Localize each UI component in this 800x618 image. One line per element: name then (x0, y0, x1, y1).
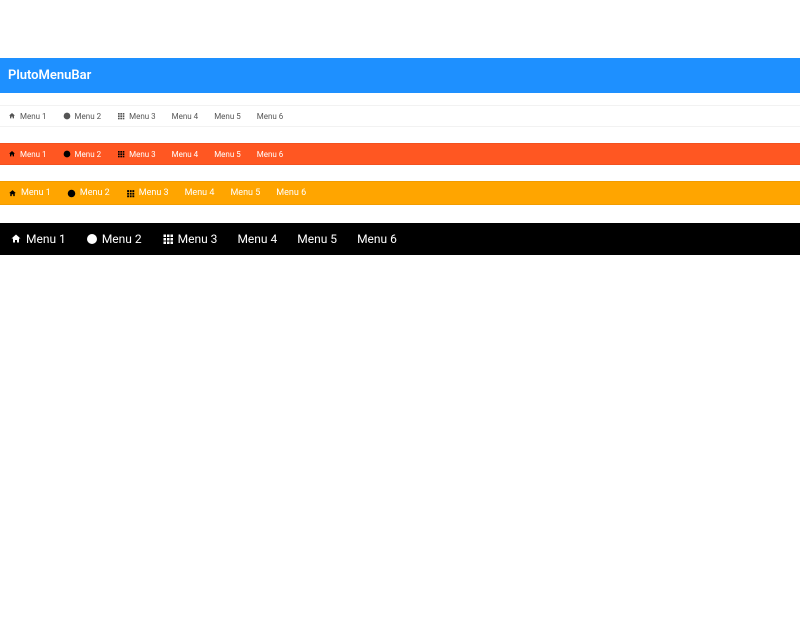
menubar-white: Menu 1 Menu 2 Menu 3 Menu 4 Menu 5 Menu … (0, 105, 800, 127)
apps-grid-icon (126, 189, 135, 198)
menu-item-label: Menu 2 (75, 112, 102, 121)
home-icon (8, 150, 16, 158)
menu-item-2[interactable]: Menu 2 (55, 106, 110, 126)
menu-item-5[interactable]: Menu 5 (287, 224, 347, 254)
menu-item-label: Menu 5 (214, 112, 241, 121)
menu-item-1[interactable]: Menu 1 (0, 224, 76, 254)
menu-item-1[interactable]: Menu 1 (0, 182, 59, 204)
menu-item-6[interactable]: Menu 6 (347, 224, 407, 254)
menu-item-label: Menu 5 (297, 232, 337, 246)
menu-item-label: Menu 6 (276, 188, 306, 198)
menu-item-6[interactable]: Menu 6 (268, 182, 314, 204)
menu-item-3[interactable]: Menu 3 (109, 106, 164, 126)
menu-item-label: Menu 3 (129, 150, 156, 159)
menu-item-label: Menu 2 (80, 188, 110, 198)
menu-item-4[interactable]: Menu 4 (164, 144, 207, 164)
menu-item-2[interactable]: Menu 2 (59, 182, 118, 204)
menu-item-label: Menu 3 (139, 188, 169, 198)
menu-item-3[interactable]: Menu 3 (118, 182, 177, 204)
menu-item-label: Menu 2 (75, 150, 102, 159)
menu-item-label: Menu 4 (237, 232, 277, 246)
menu-item-5[interactable]: Menu 5 (222, 182, 268, 204)
menu-item-label: Menu 6 (257, 150, 284, 159)
menu-item-5[interactable]: Menu 5 (206, 106, 249, 126)
menu-item-label: Menu 2 (102, 232, 142, 246)
menu-item-1[interactable]: Menu 1 (0, 106, 55, 126)
menu-item-4[interactable]: Menu 4 (177, 182, 223, 204)
menu-item-label: Menu 5 (230, 188, 260, 198)
menu-item-4[interactable]: Menu 4 (227, 224, 287, 254)
apps-grid-icon (162, 233, 174, 245)
page-title: PlutoMenuBar (0, 58, 800, 93)
menu-item-label: Menu 1 (26, 232, 66, 246)
menubar-orange: Menu 1 Menu 2 Menu 3 Menu 4 Menu 5 Menu … (0, 181, 800, 205)
add-circle-icon (63, 150, 71, 158)
menu-item-label: Menu 1 (21, 188, 51, 198)
home-icon (10, 233, 22, 245)
menu-item-label: Menu 6 (357, 232, 397, 246)
menu-item-label: Menu 3 (178, 232, 218, 246)
menu-item-2[interactable]: Menu 2 (55, 144, 110, 164)
menu-item-label: Menu 5 (214, 150, 241, 159)
add-circle-icon (63, 112, 71, 120)
menu-item-3[interactable]: Menu 3 (109, 144, 164, 164)
menu-item-1[interactable]: Menu 1 (0, 144, 55, 164)
menu-item-label: Menu 4 (185, 188, 215, 198)
menu-item-label: Menu 3 (129, 112, 156, 121)
menu-item-label: Menu 4 (172, 150, 199, 159)
menubar-black: Menu 1 Menu 2 Menu 3 Menu 4 Menu 5 Menu … (0, 223, 800, 255)
menu-item-2[interactable]: Menu 2 (76, 224, 152, 254)
add-circle-icon (67, 189, 76, 198)
apps-grid-icon (117, 112, 125, 120)
menu-item-3[interactable]: Menu 3 (152, 224, 228, 254)
menu-item-4[interactable]: Menu 4 (164, 106, 207, 126)
menubar-orange-red: Menu 1 Menu 2 Menu 3 Menu 4 Menu 5 Menu … (0, 143, 800, 165)
menu-item-label: Menu 4 (172, 112, 199, 121)
menu-item-6[interactable]: Menu 6 (249, 106, 292, 126)
menu-item-6[interactable]: Menu 6 (249, 144, 292, 164)
home-icon (8, 189, 17, 198)
page-title-text: PlutoMenuBar (8, 68, 91, 83)
add-circle-icon (86, 233, 98, 245)
menu-item-label: Menu 1 (20, 150, 47, 159)
menu-item-label: Menu 6 (257, 112, 284, 121)
home-icon (8, 112, 16, 120)
apps-grid-icon (117, 150, 125, 158)
menu-item-label: Menu 1 (20, 112, 47, 121)
menu-item-5[interactable]: Menu 5 (206, 144, 249, 164)
